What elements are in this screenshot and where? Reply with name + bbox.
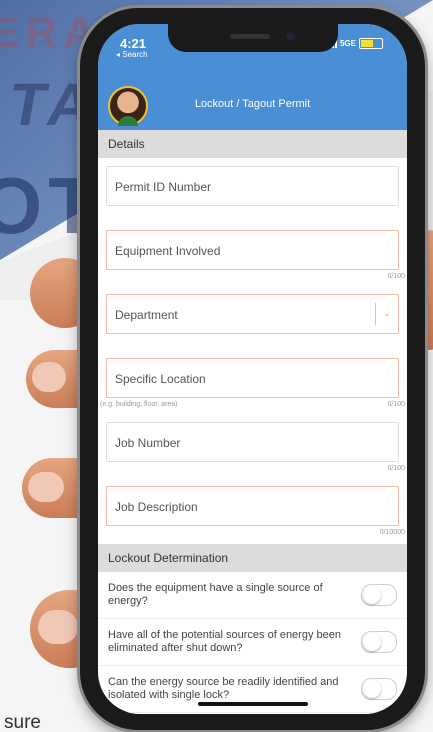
- location-counter: 0/100: [387, 401, 405, 408]
- network-label: 5GE: [339, 39, 356, 48]
- phone-screen: 4:21 ◂ Search 5GE Lockout / Tagout Permi…: [98, 24, 407, 714]
- department-label: Department: [115, 308, 178, 322]
- equipment-input[interactable]: Equipment Involved: [106, 230, 399, 270]
- question-text: Have all of the potential sources of ene…: [108, 629, 341, 654]
- speaker: [230, 34, 270, 39]
- job-description-input[interactable]: Job Description: [106, 486, 399, 526]
- back-to-search-link[interactable]: ◂ Search: [116, 50, 148, 59]
- permit-id-input[interactable]: Permit ID Number: [106, 166, 399, 206]
- section-details: Details: [98, 130, 407, 158]
- job-description-counter: 0/10000: [379, 529, 405, 536]
- battery-icon: [359, 38, 383, 49]
- single-lock-toggle[interactable]: [361, 678, 397, 700]
- single-source-toggle[interactable]: [361, 584, 397, 606]
- status-time: 4:21: [120, 36, 147, 51]
- question-text: Does the equipment have a single source …: [108, 582, 323, 607]
- equipment-counter: 0/100: [387, 273, 405, 280]
- location-hint: (e.g. building, floor, area): [100, 401, 178, 408]
- background-caption: sure: [4, 712, 41, 732]
- job-number-counter: 0/100: [387, 465, 405, 472]
- sources-eliminated-toggle[interactable]: [361, 631, 397, 653]
- job-number-input[interactable]: Job Number: [106, 422, 399, 462]
- section-lockout-determination: Lockout Determination: [98, 544, 407, 572]
- question-text: Can the energy source be readily identif…: [108, 676, 339, 701]
- page-title: Lockout / Tagout Permit: [194, 98, 311, 110]
- camera-icon: [286, 32, 295, 41]
- question-row: Does the equipment have a single source …: [98, 572, 407, 619]
- department-select[interactable]: Department ⌄: [106, 294, 399, 334]
- phone-notch: [168, 24, 338, 52]
- phone-frame: 4:21 ◂ Search 5GE Lockout / Tagout Permi…: [80, 8, 425, 730]
- permit-form: Details Permit ID Number Equipment Invol…: [98, 130, 407, 713]
- question-row: Have all of the potential sources of ene…: [98, 619, 407, 666]
- chevron-down-icon: ⌄: [375, 303, 398, 325]
- location-input[interactable]: Specific Location: [106, 358, 399, 398]
- home-indicator[interactable]: [198, 702, 308, 706]
